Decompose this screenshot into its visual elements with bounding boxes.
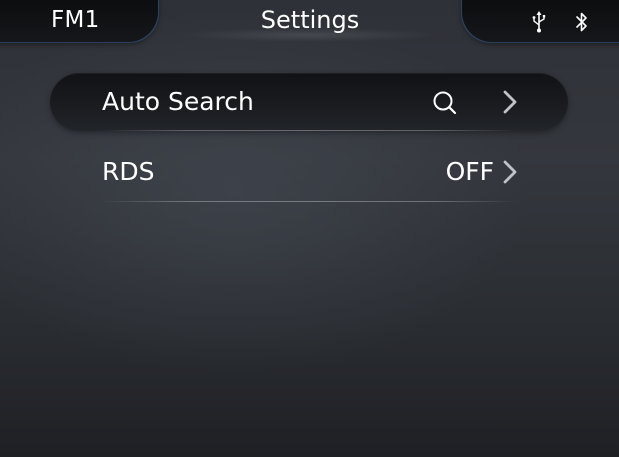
chevron-right-icon <box>503 160 517 184</box>
rds-row[interactable]: RDS OFF <box>50 143 568 202</box>
auto-search-label: Auto Search <box>102 87 254 116</box>
rds-label: RDS <box>102 157 155 186</box>
auto-search-row[interactable]: Auto Search <box>50 73 568 131</box>
settings-list: Auto Search RDS OFF <box>0 0 619 457</box>
settings-screen: FM1 Settings Auto Search RDS OFF <box>0 0 619 457</box>
chevron-right-icon <box>503 90 517 114</box>
row-divider <box>100 201 518 202</box>
row-divider <box>100 130 518 131</box>
rds-value: OFF <box>445 157 494 186</box>
search-icon[interactable] <box>432 90 458 116</box>
